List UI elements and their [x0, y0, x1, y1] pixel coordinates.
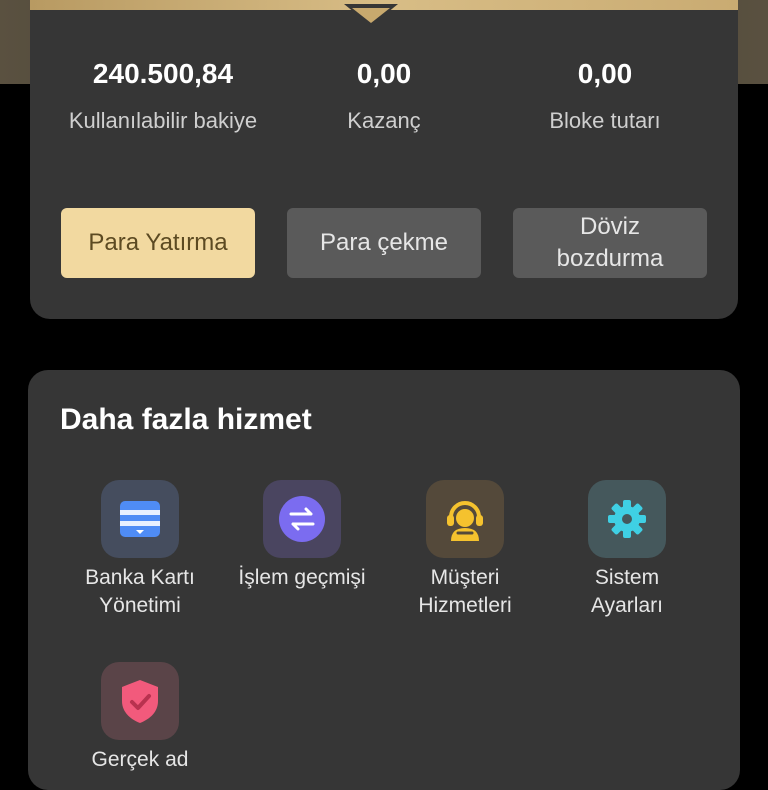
currency-exchange-button[interactable]: Döviz bozdurma	[513, 208, 707, 278]
earnings-value: 0,00	[356, 58, 412, 89]
customer-service-icon	[426, 480, 504, 558]
services-title: Daha fazla hizmet	[60, 403, 312, 436]
stat-blocked-amount: 0,00 Bloke tutarı	[487, 58, 723, 134]
bank-card-icon	[101, 480, 179, 558]
service-customer-support[interactable]: Müşteri Hizmetleri	[375, 480, 555, 620]
shield-check-icon	[101, 662, 179, 740]
service-system-settings[interactable]: Sistem Ayarları	[537, 480, 717, 620]
service-transaction-history[interactable]: İşlem geçmişi	[212, 480, 392, 592]
earnings-label: Kazanç	[347, 108, 421, 133]
available-balance-label: Kullanılabilir bakiye	[68, 108, 258, 133]
service-label: Banka Kartı Yönetimi	[85, 566, 195, 617]
service-real-name-verification[interactable]: Gerçek ad	[50, 662, 230, 774]
stat-earnings: 0,00 Kazanç	[266, 58, 502, 134]
stat-available-balance: 240.500,84 Kullanılabilir bakiye	[45, 58, 281, 134]
service-bank-card-management[interactable]: Banka Kartı Yönetimi	[50, 480, 230, 620]
blocked-amount-value: 0,00	[577, 58, 633, 89]
balance-card: 240.500,84 Kullanılabilir bakiye 0,00 Ka…	[30, 0, 738, 319]
card-notch-accent	[352, 8, 390, 23]
service-label: Müşteri Hizmetleri	[418, 566, 512, 617]
available-balance-value: 240.500,84	[92, 58, 234, 89]
deposit-button[interactable]: Para Yatırma	[61, 208, 255, 278]
blocked-amount-label: Bloke tutarı	[549, 108, 661, 133]
exchange-arrows-icon	[263, 480, 341, 558]
service-label: İşlem geçmişi	[238, 566, 366, 589]
gear-icon	[588, 480, 666, 558]
withdraw-button[interactable]: Para çekme	[287, 208, 481, 278]
services-card: Daha fazla hizmet Banka Kartı Yönetimi İ…	[28, 370, 740, 790]
service-label: Gerçek ad	[91, 748, 189, 771]
service-label: Sistem Ayarları	[591, 566, 663, 617]
